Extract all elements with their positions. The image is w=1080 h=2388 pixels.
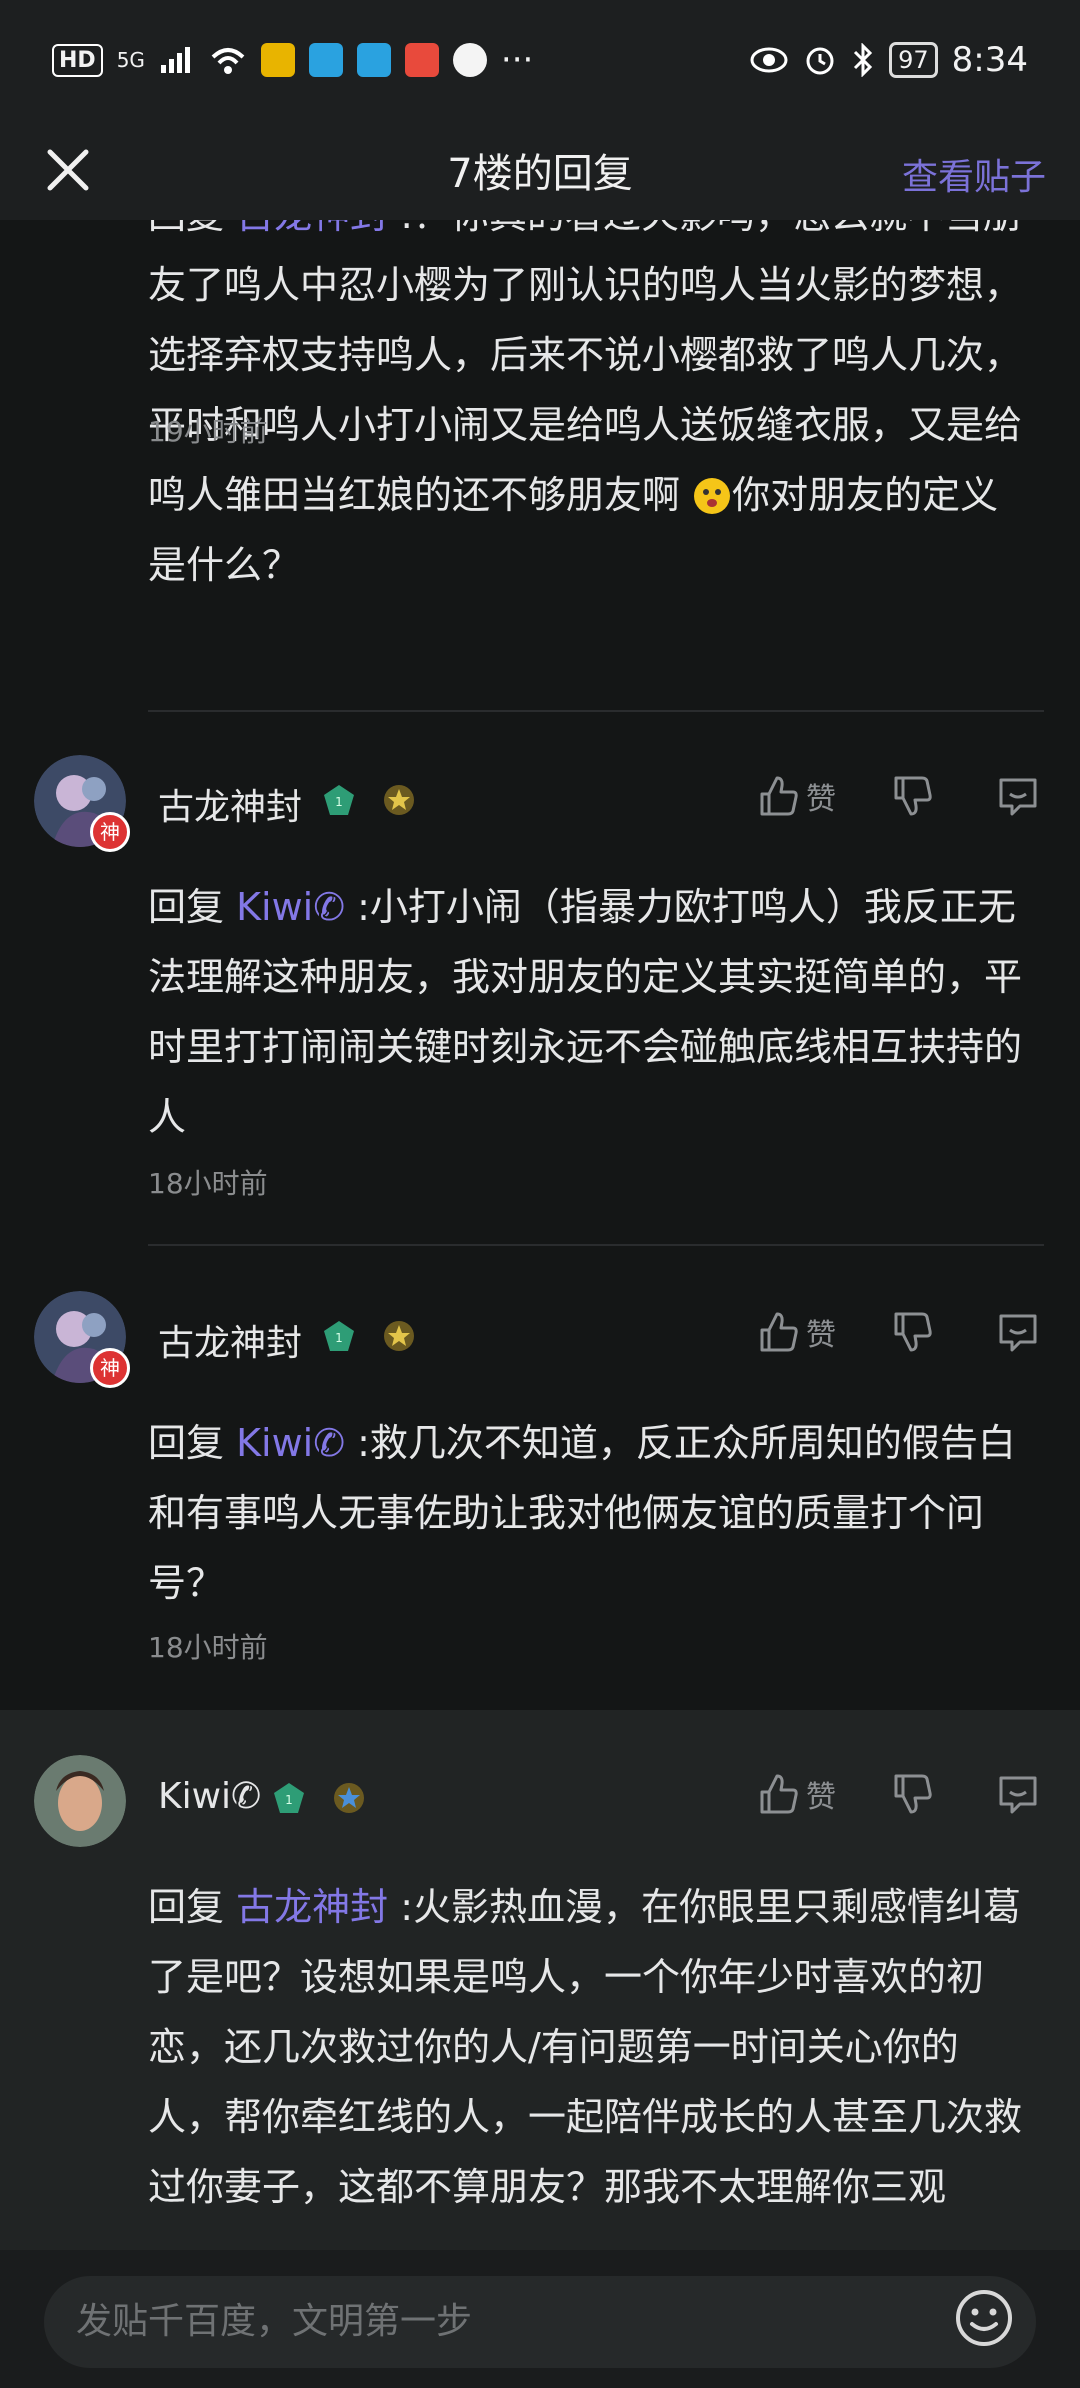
reply-content: 回复 Kiwi✆ :救几次不知道，反正众所周知的假告白和有事鸣人无事佐助让我对他… [148, 1421, 1016, 1605]
svg-text:1: 1 [335, 795, 343, 809]
username[interactable]: Kiwi✆ [158, 1776, 261, 1817]
weibo-app-icon [452, 43, 487, 77]
medal-icon [384, 1321, 414, 1351]
reply-actions: 赞 [756, 1310, 1040, 1354]
reply-actions: 赞 [756, 1772, 1040, 1816]
like-button[interactable]: 赞 [756, 1772, 836, 1816]
bluetooth-icon [854, 43, 873, 77]
svg-text:1: 1 [335, 1331, 343, 1345]
mention-link[interactable]: Kiwi✆ [236, 885, 345, 929]
emoji-icon [694, 478, 731, 514]
god-badge: 神 [90, 1348, 130, 1388]
level-badge-icon: 1 [274, 1783, 304, 1813]
comment-icon[interactable] [996, 1772, 1040, 1816]
more-notifications: ··· [500, 40, 534, 80]
composer-bar: 发贴千百度，文明第一步 [0, 2250, 1080, 2388]
reply-content: 回复 古龙神封 :？你真的看过火影吗，怎么就不当朋友了鸣人中忍小樱为了刚认识的鸣… [148, 220, 1033, 600]
divider [148, 1244, 1044, 1246]
reply-time: 18小时前 [148, 1167, 268, 1200]
god-badge: 神 [90, 812, 130, 852]
eye-icon [750, 47, 788, 73]
thumbs-down-icon[interactable] [890, 1310, 934, 1354]
thumbs-down-icon[interactable] [890, 1772, 934, 1816]
reply-actions: 赞 [756, 774, 1040, 818]
network-label: 5G [116, 48, 145, 72]
telegram-app-icon [308, 43, 343, 77]
thumbs-down-icon[interactable] [890, 774, 934, 818]
username[interactable]: 古龙神封 [158, 778, 302, 830]
clock: 8:34 [951, 40, 1028, 80]
reply-content: 回复 古龙神封 :火影热血漫，在你眼里只剩感情纠葛了是吧？设想如果是鸣人，一个你… [148, 1885, 1023, 2209]
mention-link[interactable]: 古龙神封 [236, 220, 388, 237]
medal-icon [334, 1783, 364, 1813]
status-bar: HD 5G ··· 97 8:34 [0, 0, 1080, 120]
wifi-icon [211, 48, 245, 74]
reply-list[interactable]: 回复 古龙神封 :？你真的看过火影吗，怎么就不当朋友了鸣人中忍小樱为了刚认识的鸣… [0, 220, 1080, 2250]
like-button[interactable]: 赞 [756, 774, 836, 818]
level-badge-icon: 1 [324, 1321, 354, 1351]
title-bar: 7楼的回复 查看贴子 [0, 120, 1080, 220]
thumbs-up-icon [760, 776, 798, 816]
svg-text:1: 1 [285, 1793, 293, 1807]
mention-link[interactable]: Kiwi✆ [236, 1421, 345, 1465]
alarm-icon [806, 47, 834, 75]
comment-icon[interactable] [996, 1310, 1040, 1354]
signal-icon [160, 47, 190, 73]
app-icon-red [404, 43, 439, 77]
divider [148, 710, 1044, 712]
medal-icon [384, 785, 414, 815]
highlighted-reply: Kiwi✆ 1 赞 回复 古龙神封 :火影热血漫，在你眼里只剩感情纠葛了是吧？设… [0, 1710, 1080, 2250]
telegram-app-icon-2 [356, 43, 391, 77]
reply-input[interactable]: 发贴千百度，文明第一步 [44, 2276, 1036, 2368]
level-badge-icon: 1 [324, 785, 354, 815]
username[interactable]: 古龙神封 [158, 1314, 302, 1366]
rss-app-icon [260, 43, 295, 77]
hd-indicator: HD [52, 43, 103, 77]
page-title: 7楼的回复 [447, 151, 633, 197]
reply-time: 19小时前 [148, 415, 268, 448]
battery-indicator: 97 [889, 42, 938, 78]
thumbs-up-icon [760, 1312, 798, 1352]
view-post-link[interactable]: 查看贴子 [902, 148, 1046, 200]
reply-content: 回复 Kiwi✆ :小打小闹（指暴力欧打鸣人）我反正无法理解这种朋友，我对朋友的… [148, 885, 1023, 1139]
emoji-icon[interactable] [954, 2288, 1014, 2348]
comment-icon[interactable] [996, 774, 1040, 818]
avatar[interactable] [34, 1755, 126, 1847]
close-icon[interactable] [36, 138, 100, 202]
like-button[interactable]: 赞 [756, 1310, 836, 1354]
mention-link[interactable]: 古龙神封 [236, 1885, 388, 1929]
thumbs-up-icon [760, 1774, 798, 1814]
reply-time: 18小时前 [148, 1631, 268, 1664]
